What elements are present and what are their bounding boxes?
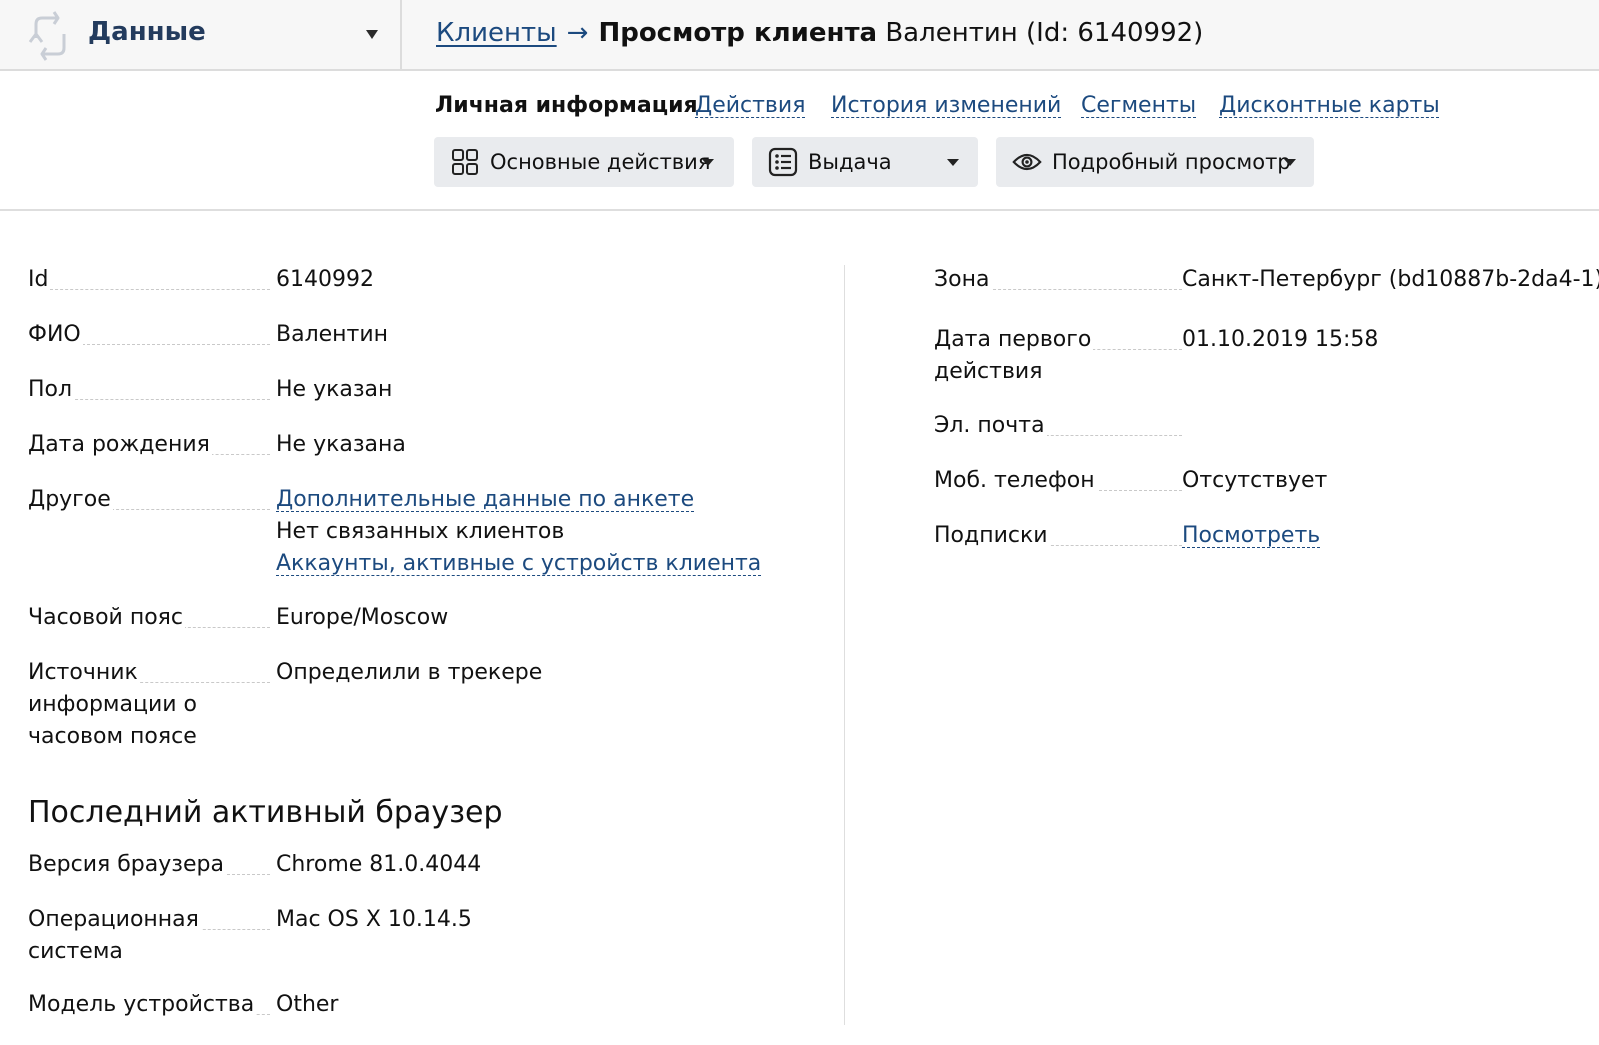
label-leader bbox=[1082, 349, 1182, 350]
tabs-toolbar-area: Личная информация Действия История измен… bbox=[0, 71, 1599, 211]
label-leader bbox=[178, 627, 270, 628]
breadcrumb: Клиенты → Просмотр клиента Валентин (Id: 6… bbox=[436, 18, 1203, 48]
label-leader bbox=[988, 289, 1182, 290]
top-bar: Данные Клиенты → Просмотр клиента Валентин… bbox=[0, 0, 1599, 71]
section-title[interactable]: Данные bbox=[88, 17, 206, 47]
browser-section-heading: Последний активный браузер bbox=[28, 795, 503, 830]
field-value-mobile: Отсутствует bbox=[1182, 468, 1328, 493]
field-value-id: 6140992 bbox=[276, 267, 374, 292]
field-value-zone: Санкт-Петербург (bd10887b-2da4-1) bbox=[1182, 267, 1599, 292]
field-value-gender: Не указан bbox=[276, 377, 393, 402]
field-value-browser-version: Chrome 81.0.4044 bbox=[276, 852, 482, 877]
tab-change-history[interactable]: История изменений bbox=[831, 93, 1061, 118]
chevron-down-icon bbox=[1284, 159, 1296, 166]
tab-segments[interactable]: Сегменты bbox=[1081, 93, 1196, 118]
field-value-os: Mac OS X 10.14.5 bbox=[276, 907, 472, 932]
field-label-mobile: Моб. телефон bbox=[934, 468, 1097, 493]
detailed-view-label: Подробный просмотр bbox=[1052, 150, 1291, 174]
topbar-divider bbox=[400, 0, 402, 71]
field-label-browser-version: Версия браузера bbox=[28, 852, 226, 877]
label-leader bbox=[1046, 545, 1182, 546]
field-value-other-link2: Аккаунты, активные с устройств клиента bbox=[276, 548, 761, 580]
field-label-gender: Пол bbox=[28, 377, 75, 402]
tab-discount-cards[interactable]: Дисконтные карты bbox=[1219, 93, 1440, 118]
field-label-timezone: Часовой пояс bbox=[28, 605, 186, 630]
additional-data-link[interactable]: Дополнительные данные по анкете bbox=[276, 487, 694, 512]
main-actions-button[interactable]: Основные действия bbox=[434, 137, 734, 187]
field-value-other-text: Нет связанных клиентов bbox=[276, 519, 565, 544]
tab-actions[interactable]: Действия bbox=[695, 93, 805, 118]
chevron-down-icon bbox=[947, 159, 959, 166]
column-divider bbox=[844, 265, 845, 1025]
field-label-email: Эл. почта bbox=[934, 413, 1047, 438]
device-accounts-link[interactable]: Аккаунты, активные с устройств клиента bbox=[276, 551, 761, 576]
section-dropdown-chevron-icon[interactable] bbox=[366, 30, 378, 39]
breadcrumb-arrow-icon: → bbox=[566, 18, 589, 48]
tab-personal-info[interactable]: Личная информация bbox=[435, 93, 698, 118]
label-leader bbox=[82, 344, 270, 345]
app-logo-icon[interactable] bbox=[26, 8, 74, 64]
field-value-tz-source: Определили в трекере bbox=[276, 660, 543, 685]
field-value-first-action: 01.10.2019 15:58 bbox=[1182, 327, 1379, 352]
field-value-birthdate: Не указана bbox=[276, 432, 406, 457]
label-leader bbox=[1084, 490, 1182, 491]
field-value-device-model: Other bbox=[276, 992, 339, 1017]
field-label-tz-source: Источник информации о часовом поясе bbox=[28, 660, 198, 749]
field-label-subscriptions: Подписки bbox=[934, 523, 1050, 548]
issue-label: Выдача bbox=[808, 150, 892, 174]
breadcrumb-clients-link[interactable]: Клиенты bbox=[436, 18, 557, 48]
field-label-birthdate: Дата рождения bbox=[28, 432, 212, 457]
field-label-id: Id bbox=[28, 267, 51, 292]
field-label-first-action: Дата первого действия bbox=[934, 327, 1094, 384]
view-subscriptions-link[interactable]: Посмотреть bbox=[1182, 523, 1320, 548]
page-title: Просмотр клиента bbox=[598, 18, 878, 48]
label-leader bbox=[50, 289, 270, 290]
field-label-os: Операционная система bbox=[28, 907, 201, 964]
page-subtitle: Валентин (Id: 6140992) bbox=[885, 18, 1204, 48]
field-label-other: Другое bbox=[28, 487, 113, 512]
label-leader bbox=[106, 509, 270, 510]
list-icon bbox=[768, 147, 798, 177]
label-leader bbox=[1036, 435, 1182, 436]
main-actions-label: Основные действия bbox=[490, 150, 711, 174]
issue-button[interactable]: Выдача bbox=[752, 137, 978, 187]
eye-icon bbox=[1012, 147, 1042, 177]
field-label-zone: Зона bbox=[934, 267, 992, 292]
label-leader bbox=[70, 399, 270, 400]
chevron-down-icon bbox=[702, 159, 714, 166]
detailed-view-button[interactable]: Подробный просмотр bbox=[996, 137, 1314, 187]
field-value-subscriptions: Посмотреть bbox=[1182, 520, 1320, 552]
field-value-other-link1: Дополнительные данные по анкете bbox=[276, 484, 694, 516]
field-label-device-model: Модель устройства bbox=[28, 992, 257, 1017]
field-label-fio: ФИО bbox=[28, 322, 83, 347]
field-value-fio: Валентин bbox=[276, 322, 389, 347]
grid-icon bbox=[450, 147, 480, 177]
field-value-timezone: Europe/Moscow bbox=[276, 605, 449, 630]
